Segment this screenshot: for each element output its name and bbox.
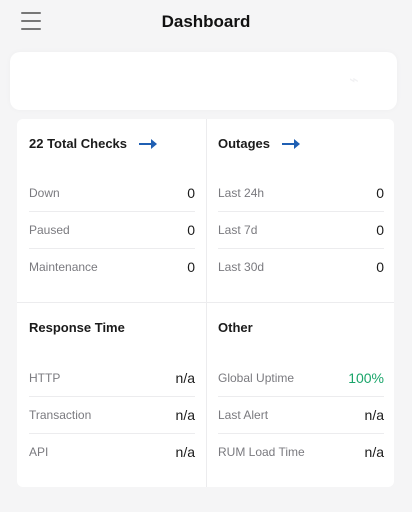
row-value: n/a <box>175 443 195 460</box>
page-title: Dashboard <box>161 12 251 31</box>
total-checks-header[interactable]: 22 Total Checks <box>29 136 158 151</box>
banner-card: ⌁ <box>10 52 397 110</box>
grid-vertical-divider <box>206 119 207 487</box>
dashboard-grid: 22 Total Checks Down 0 Paused 0 Maintena… <box>17 119 394 487</box>
row-paused: Paused 0 <box>29 211 195 249</box>
row-api: API n/a <box>29 433 195 470</box>
row-label: Maintenance <box>29 259 98 274</box>
row-last-30d: Last 30d 0 <box>218 248 384 285</box>
row-label: Down <box>29 185 60 200</box>
row-label: RUM Load Time <box>218 444 305 459</box>
outages-card: Outages Last 24h 0 Last 7d 0 Last 30d 0 <box>218 119 384 302</box>
response-time-card: Response Time HTTP n/a Transaction n/a A… <box>29 303 195 487</box>
row-last-alert: Last Alert n/a <box>218 396 384 434</box>
row-value: 0 <box>187 184 195 201</box>
total-checks-card: 22 Total Checks Down 0 Paused 0 Maintena… <box>29 119 195 302</box>
row-value: 0 <box>376 258 384 275</box>
other-header: Other <box>218 320 253 335</box>
outages-header[interactable]: Outages <box>218 136 301 151</box>
row-value: 0 <box>376 184 384 201</box>
row-last-7d: Last 7d 0 <box>218 211 384 249</box>
other-card: Other Global Uptime 100% Last Alert n/a … <box>218 303 384 487</box>
banner-icon: ⌁ <box>349 72 359 89</box>
row-value: 0 <box>187 221 195 238</box>
row-transaction: Transaction n/a <box>29 396 195 434</box>
row-rum-load-time: RUM Load Time n/a <box>218 433 384 470</box>
row-last-24h: Last 24h 0 <box>218 174 384 212</box>
row-down: Down 0 <box>29 174 195 212</box>
row-label: Transaction <box>29 407 92 422</box>
row-http: HTTP n/a <box>29 359 195 397</box>
row-value: n/a <box>364 406 384 423</box>
row-value: 0 <box>187 258 195 275</box>
row-label: API <box>29 444 49 459</box>
row-global-uptime: Global Uptime 100% <box>218 359 384 397</box>
row-value: n/a <box>175 369 195 386</box>
outages-title: Outages <box>218 136 271 151</box>
row-value: 0 <box>376 221 384 238</box>
row-value: n/a <box>364 443 384 460</box>
row-maintenance: Maintenance 0 <box>29 248 195 285</box>
arrow-right-icon[interactable] <box>139 138 158 149</box>
other-title: Other <box>218 320 253 335</box>
response-time-title: Response Time <box>29 320 125 335</box>
total-checks-title: 22 Total Checks <box>29 136 128 151</box>
row-value: n/a <box>175 406 195 423</box>
row-label: Paused <box>29 222 70 237</box>
top-bar: Dashboard <box>0 0 412 44</box>
row-label: Last 7d <box>218 222 258 237</box>
row-label: Global Uptime <box>218 370 295 385</box>
row-label: Last 30d <box>218 259 265 274</box>
arrow-right-icon[interactable] <box>282 138 301 149</box>
row-label: Last 24h <box>218 185 265 200</box>
row-label: HTTP <box>29 370 61 385</box>
row-value: 100% <box>348 369 384 386</box>
row-label: Last Alert <box>218 407 269 422</box>
response-time-header: Response Time <box>29 320 125 335</box>
